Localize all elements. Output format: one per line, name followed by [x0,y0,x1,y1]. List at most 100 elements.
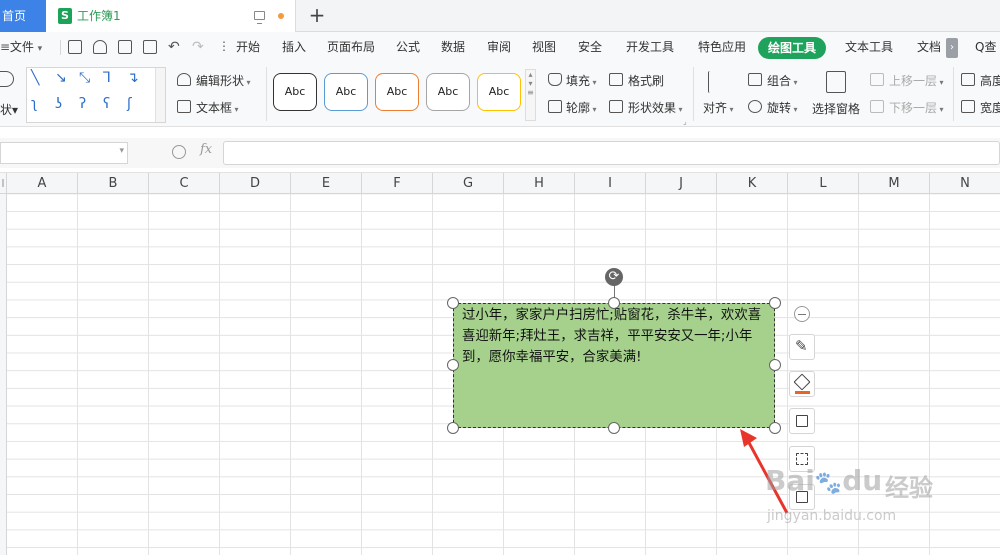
elbow-connector-icon[interactable]: Ꞁ [103,70,111,86]
column-header[interactable]: A [7,173,78,194]
column-header[interactable]: K [717,173,788,194]
redo-icon[interactable]: ↷ [192,39,204,55]
resize-handle[interactable] [769,297,781,309]
double-arrow-line-icon[interactable]: ⤡ [79,70,90,86]
column-header[interactable]: E [291,173,362,194]
formula-input[interactable] [223,141,1000,165]
shape-style-preset-1[interactable]: Abc [273,73,317,111]
rotate-handle-icon[interactable]: ⟳ [605,268,623,286]
tab-home[interactable]: 首页 [0,0,46,32]
column-header[interactable]: H [504,173,575,194]
shape-insert-label[interactable]: 状▾ [0,101,18,118]
spreadsheet-icon: S [58,8,72,24]
dialog-launcher-icon[interactable]: ⌟ [683,117,687,126]
column-header[interactable]: L [788,173,859,194]
column-header[interactable]: D [220,173,291,194]
shape-style-preset-2[interactable]: Abc [324,73,368,111]
elbow-double-connector-icon[interactable]: ʅ [31,96,37,112]
edit-shape-icon [177,73,191,86]
shape-style-preset-3[interactable]: Abc [375,73,419,111]
search-button[interactable]: Q查 [975,32,996,63]
column-header[interactable]: N [930,173,1000,194]
group-button[interactable]: 组合 [767,72,798,89]
selection-pane-button[interactable]: 选择窗格 [812,100,860,117]
shape-style-preset-5[interactable]: Abc [477,73,521,111]
resize-handle[interactable] [769,359,781,371]
curved-arrow-connector-icon[interactable]: ʔ [79,96,86,112]
more-quick-icon[interactable]: ⋮ [218,39,230,53]
paste-format-icon[interactable] [93,40,107,54]
resize-handle[interactable] [447,359,459,371]
format-brush-button[interactable]: 格式刷 [628,72,664,89]
menu-formulas[interactable]: 公式 [396,32,420,63]
shape-icon[interactable] [0,71,14,87]
rotate-button[interactable]: 旋转 [767,99,798,116]
tab-bar: 首页 S 工作簿1 + [0,0,1000,32]
resize-handle[interactable] [608,422,620,434]
menu-page-layout[interactable]: 页面布局 [327,32,375,63]
align-button[interactable]: 对齐 [703,99,734,116]
menu-scroll-right-button[interactable]: › [946,38,958,58]
shape-text[interactable]: 过小年，家家户户扫房忙;贴窗花，杀牛羊，欢欢喜喜迎新年;拜灶王，求吉祥，平平安安… [462,305,764,368]
menu-security[interactable]: 安全 [578,32,602,63]
menu-developer[interactable]: 开发工具 [626,32,674,63]
menu-start[interactable]: 开始 [236,32,260,63]
line-icon[interactable]: ╲ [31,70,39,86]
column-header[interactable]: C [149,173,220,194]
bring-forward-button[interactable]: 上移一层 [889,72,944,89]
menu-drawing-tools[interactable]: 绘图工具 [758,37,827,59]
zoom-icon[interactable] [172,145,186,159]
new-tab-button[interactable]: + [306,2,328,28]
collapse-toolbar-button[interactable] [794,306,810,322]
monitor-icon[interactable] [254,11,265,24]
resize-handle[interactable] [447,297,459,309]
edit-shape-button[interactable]: 编辑形状 [196,72,251,89]
column-header[interactable]: B [78,173,149,194]
arrow-line-icon[interactable]: ↘ [55,70,67,86]
resize-handle[interactable] [447,422,459,434]
outline-button[interactable]: 轮廓 [566,99,597,116]
column-header[interactable]: F [362,173,433,194]
shape-style-icon [796,415,808,427]
menu-file[interactable]: ≡ 文件 ▾ [0,32,42,63]
print-icon[interactable] [118,40,132,54]
fx-icon[interactable]: fx [200,142,212,157]
column-header-fragment[interactable]: I [0,173,7,194]
column-header[interactable]: J [646,173,717,194]
fill-bucket-button[interactable] [789,371,815,397]
shape-effect-button[interactable]: 形状效果 [628,99,683,116]
menu-review[interactable]: 审阅 [487,32,511,63]
print-preview-icon[interactable] [143,40,157,54]
row-header-strip[interactable] [0,194,7,555]
shape-style-preset-4[interactable]: Abc [426,73,470,111]
send-backward-button[interactable]: 下移一层 [889,99,944,116]
menu-view[interactable]: 视图 [532,32,556,63]
menu-document[interactable]: 文档 [917,32,941,63]
column-header[interactable]: G [433,173,504,194]
menu-text-tools[interactable]: 文本工具 [845,32,893,63]
column-header[interactable]: I [575,173,646,194]
menu-divider [60,40,61,55]
menu-bar: ≡ 文件 ▾ ↶ ↷ ⋮ 开始 插入 页面布局 公式 数据 审阅 视图 安全 开… [0,32,1000,63]
tab-workbook[interactable]: S 工作簿1 [46,0,296,32]
curve-icon[interactable]: ʕ [103,96,110,112]
shape-gallery-scrollbar[interactable] [155,68,165,122]
menu-insert[interactable]: 插入 [282,32,306,63]
textbox-button[interactable]: 文本框 [196,99,239,116]
outline-pen-button[interactable]: ✎ [789,334,815,360]
curved-connector-icon[interactable]: ʖ [55,96,62,112]
name-box[interactable] [0,142,128,164]
column-header[interactable]: M [859,173,930,194]
undo-icon[interactable]: ↶ [168,39,180,55]
save-icon[interactable] [68,40,82,54]
menu-features[interactable]: 特色应用 [698,32,746,63]
group-icon [748,73,762,86]
height-icon [961,73,975,86]
s-curve-icon[interactable]: ʃ [127,96,132,112]
fill-button[interactable]: 填充 [566,72,597,89]
menu-data[interactable]: 数据 [441,32,465,63]
shape-gallery[interactable]: ╲ ↘ ⤡ Ꞁ ↴ ʅ ʖ ʔ ʕ ʃ [26,67,166,123]
style-gallery-scrollbar[interactable]: ▴ ▾ ≡ [525,69,536,121]
elbow-arrow-connector-icon[interactable]: ↴ [127,70,139,86]
resize-handle[interactable] [608,297,620,309]
